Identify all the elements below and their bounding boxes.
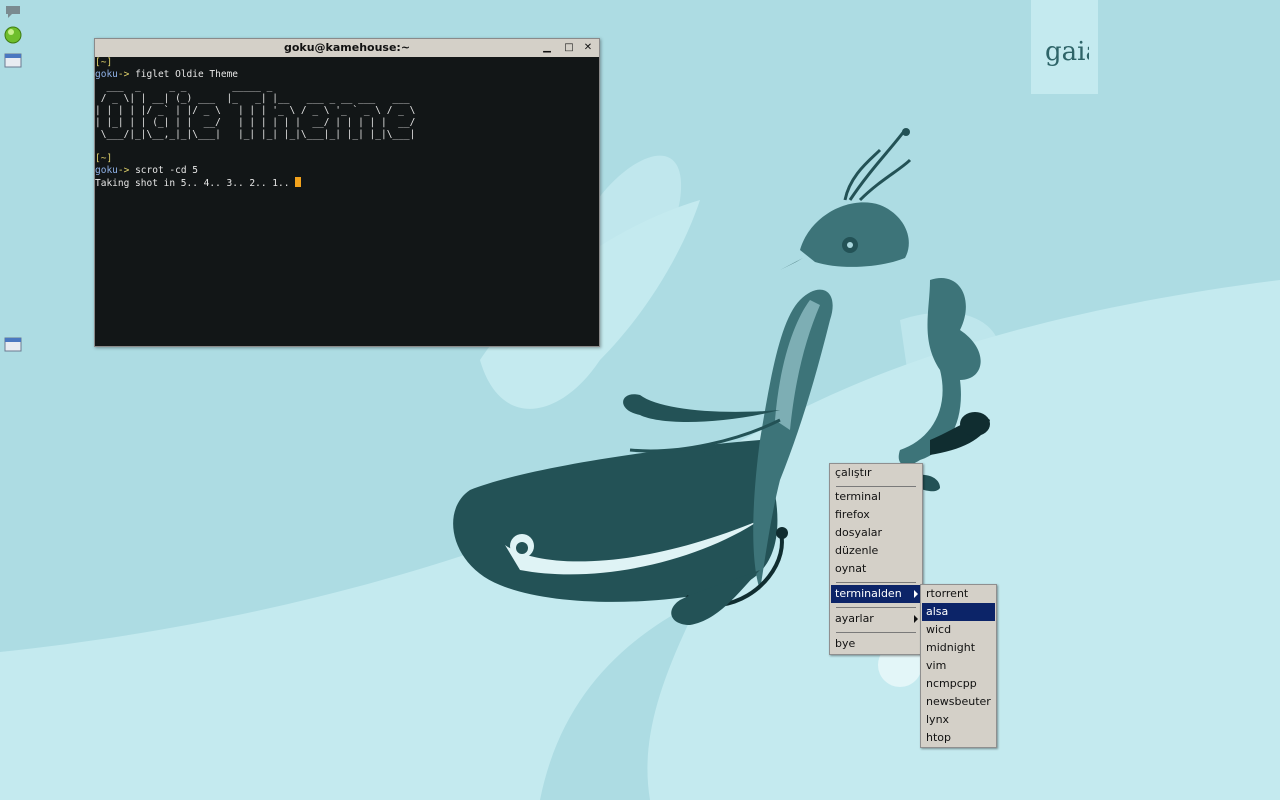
- terminal-line: [~]: [95, 153, 113, 164]
- terminal-line: goku-> figlet Oldie Theme: [95, 69, 239, 80]
- submenu-item-vim[interactable]: vim: [922, 657, 995, 675]
- menu-separator: [836, 632, 916, 633]
- window-icon[interactable]: [4, 335, 22, 353]
- submenu-item-newsbeuter[interactable]: newsbeuter: [922, 693, 995, 711]
- close-button[interactable]: ✕: [581, 41, 595, 55]
- terminal-output[interactable]: [~] goku-> figlet Oldie Theme ___ _ _ _ …: [95, 57, 599, 346]
- window-title: goku@kamehouse:~: [283, 41, 411, 54]
- menu-item-duzenle[interactable]: düzenle: [831, 542, 921, 560]
- terminal-line: | | | | |/ _` | |/ _ \ | | | '_ \ / _ \ …: [95, 105, 416, 116]
- root-menu: çalıştır terminal firefox dosyalar düzen…: [829, 463, 923, 655]
- submenu-item-rtorrent[interactable]: rtorrent: [922, 585, 995, 603]
- submenu-item-htop[interactable]: htop: [922, 729, 995, 747]
- terminal-window[interactable]: goku@kamehouse:~ ▁ □ ✕ [~] goku-> figlet…: [94, 38, 600, 347]
- submenu-arrow-icon: [914, 615, 918, 623]
- submenu-arrow-icon: [914, 590, 918, 598]
- submenu-item-wicd[interactable]: wicd: [922, 621, 995, 639]
- menu-item-dosyalar[interactable]: dosyalar: [831, 524, 921, 542]
- terminal-line: | |_| | | (_| | | __/ | | | | | | __/ | …: [95, 117, 416, 128]
- terminal-line: goku-> scrot -cd 5: [95, 165, 198, 176]
- menu-item-ayarlar[interactable]: ayarlar: [831, 610, 921, 628]
- terminal-cursor: [295, 177, 302, 187]
- logo-text: gaia: [1045, 37, 1089, 67]
- submenu-item-midnight[interactable]: midnight: [922, 639, 995, 657]
- terminal-line: ___ _ _ _ _____ _: [95, 81, 273, 92]
- menu-separator: [836, 582, 916, 583]
- window-icon[interactable]: [4, 51, 22, 69]
- desktop[interactable]: gaia goku@kamehouse:~ ▁ □ ✕ [~] goku-> f…: [0, 0, 1280, 800]
- maximize-button[interactable]: □: [562, 41, 576, 55]
- menu-item-calistir[interactable]: çalıştır: [831, 464, 921, 482]
- menu-separator: [836, 607, 916, 608]
- terminal-line: / _ \| | __| (_) ___ |_ _| |__ ___ _ __ …: [95, 93, 410, 104]
- terminal-line: [~]: [95, 57, 113, 68]
- menu-item-oynat[interactable]: oynat: [831, 560, 921, 578]
- submenu-item-alsa[interactable]: alsa: [922, 603, 995, 621]
- green-orb-icon[interactable]: [4, 26, 22, 44]
- terminalden-submenu: rtorrent alsa wicd midnight vim ncmpcpp …: [920, 584, 997, 748]
- menu-separator: [836, 486, 916, 487]
- minimize-button[interactable]: ▁: [540, 41, 554, 55]
- submenu-item-lynx[interactable]: lynx: [922, 711, 995, 729]
- gaia-logo: gaia: [1031, 0, 1098, 94]
- submenu-item-ncmpcpp[interactable]: ncmpcpp: [922, 675, 995, 693]
- menu-item-terminalden[interactable]: terminalden: [831, 585, 921, 603]
- menu-item-bye[interactable]: bye: [831, 635, 921, 653]
- menu-item-firefox[interactable]: firefox: [831, 506, 921, 524]
- terminal-line: Taking shot in 5.. 4.. 3.. 2.. 1..: [95, 177, 599, 189]
- menu-item-terminal[interactable]: terminal: [831, 488, 921, 506]
- chat-icon[interactable]: [4, 3, 22, 21]
- terminal-line: \___/|_|\__,_|_|\___| |_| |_| |_|\___|_|…: [95, 129, 416, 140]
- window-titlebar[interactable]: goku@kamehouse:~ ▁ □ ✕: [95, 39, 599, 57]
